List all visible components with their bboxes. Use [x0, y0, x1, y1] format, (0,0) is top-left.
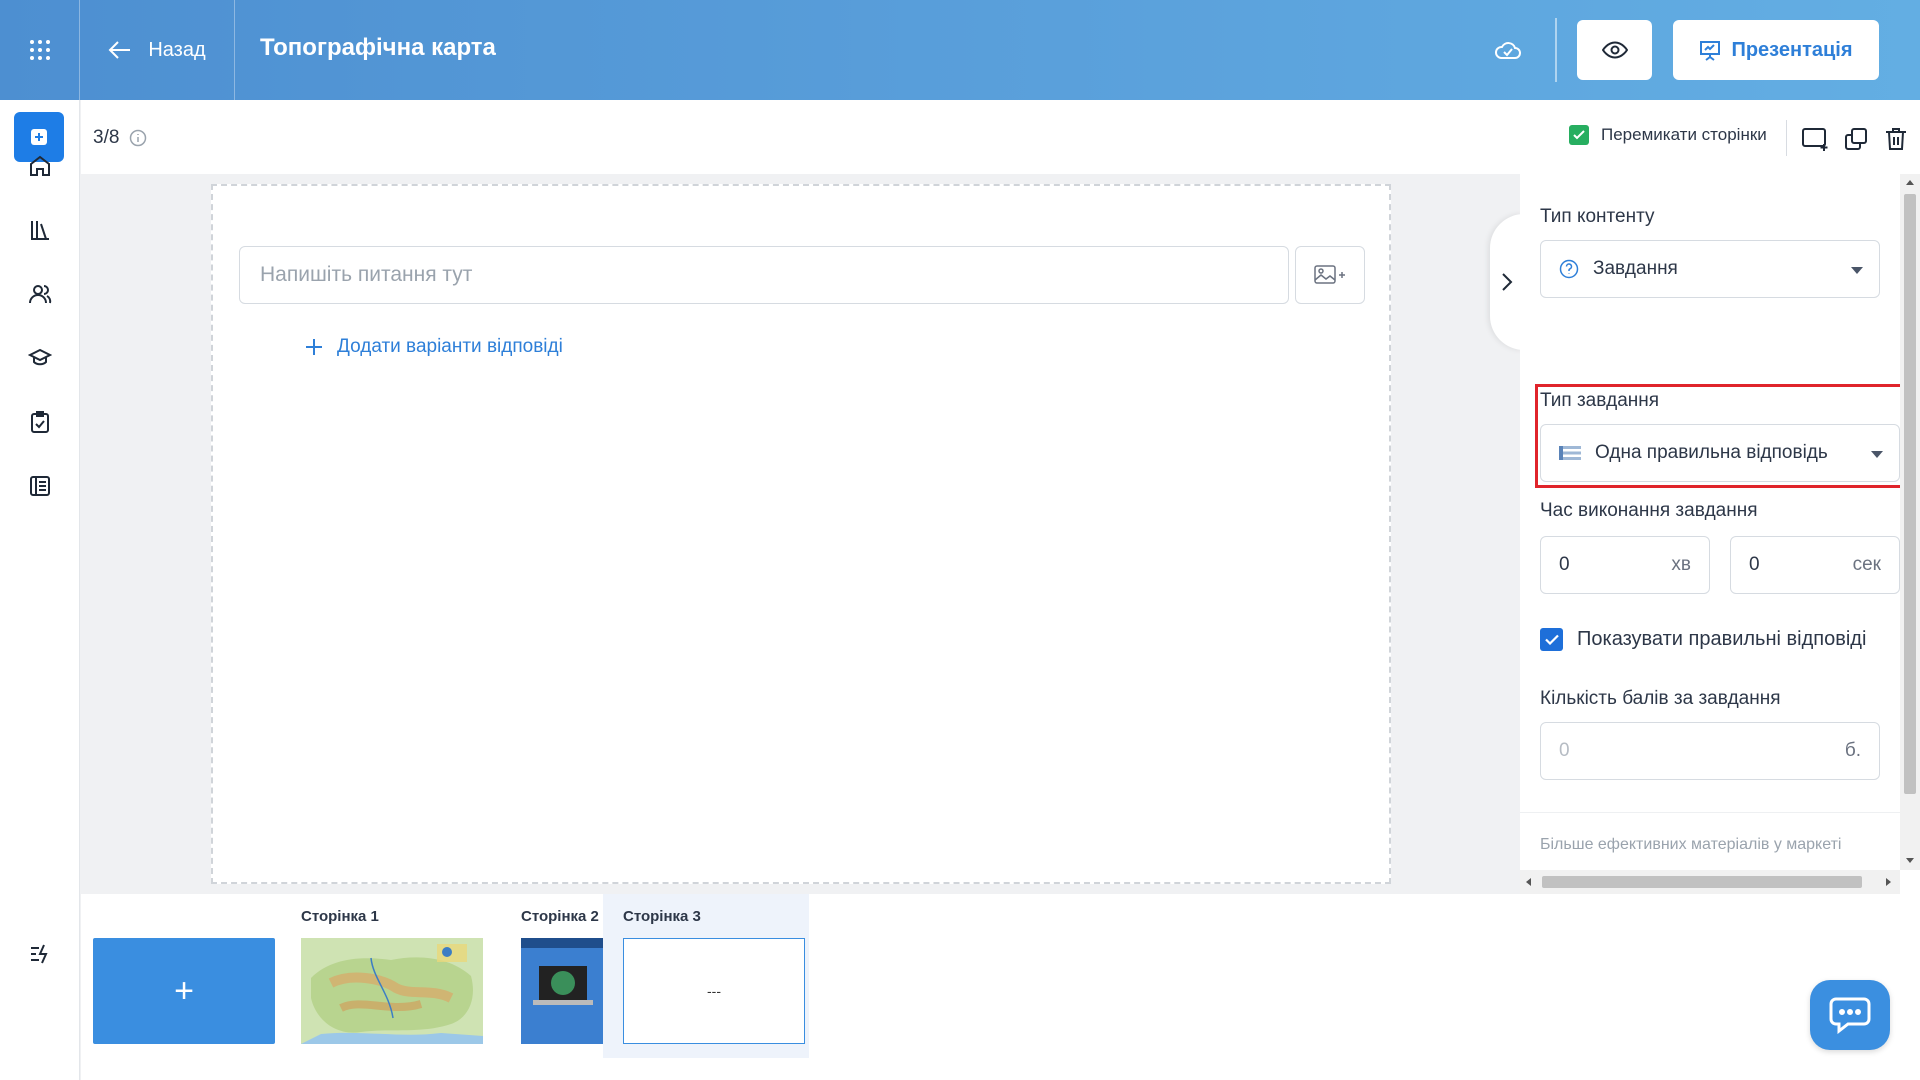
editor-canvas-area: Додати варіанти відповіді: [81, 174, 1520, 894]
question-circle-icon: [1559, 259, 1579, 279]
minutes-value: 0: [1559, 554, 1570, 575]
home-icon: [30, 155, 50, 176]
chevron-right-icon: [1502, 273, 1513, 291]
panel-divider: [1520, 812, 1900, 813]
minutes-unit: хв: [1671, 554, 1691, 575]
points-input[interactable]: 0 б.: [1540, 722, 1880, 780]
library-icon: [31, 221, 49, 240]
journal-icon: [30, 476, 50, 496]
page-counter: 3/8: [93, 127, 147, 149]
plus-icon: [306, 339, 322, 355]
presentation-button[interactable]: Презентація: [1673, 20, 1879, 80]
horizontal-scrollbar[interactable]: [1520, 870, 1900, 894]
switch-pages-toggle[interactable]: Перемикати сторінки: [1569, 125, 1767, 145]
horizontal-scroll-thumb[interactable]: [1542, 876, 1862, 888]
preview-button[interactable]: [1577, 20, 1652, 80]
sidebar-item-tasks[interactable]: [20, 402, 60, 442]
sidebar-item-users[interactable]: [20, 274, 60, 314]
eye-icon: [1601, 41, 1628, 59]
page-thumbnail-1[interactable]: Сторінка 1: [281, 894, 487, 1058]
page-canvas[interactable]: Додати варіанти відповіді: [211, 184, 1391, 884]
add-page-button[interactable]: +: [93, 938, 275, 1044]
task-type-label: Тип завдання: [1540, 390, 1660, 411]
task-type-value: Одна правильна відповідь: [1595, 442, 1828, 463]
points-placeholder: 0: [1559, 740, 1570, 761]
activity-icon: [31, 944, 48, 964]
presentation-label: Презентація: [1731, 38, 1853, 61]
document-title[interactable]: Топографічна карта: [260, 34, 496, 62]
scroll-right-icon[interactable]: [1886, 878, 1891, 886]
page-thumbnail-3[interactable]: Сторінка 3 ---: [603, 894, 809, 1058]
sidebar-item-journal[interactable]: [20, 466, 60, 506]
points-unit: б.: [1844, 740, 1861, 761]
chat-support-button[interactable]: [1810, 980, 1890, 1050]
add-answers-label: Додати варіанти відповіді: [337, 336, 563, 357]
sidebar-item-feed[interactable]: [20, 934, 60, 974]
content-type-label: Тип контенту: [1540, 206, 1655, 227]
top-divider: [1555, 18, 1557, 82]
back-label: Назад: [148, 38, 206, 61]
image-add-icon: [1314, 265, 1345, 284]
vertical-scroll-thumb[interactable]: [1904, 194, 1916, 794]
toolbar-divider: [1786, 120, 1787, 156]
seconds-unit: сек: [1852, 554, 1881, 575]
arrow-left-icon: [108, 41, 131, 59]
clipboard-check-icon: [31, 411, 49, 433]
task-type-select[interactable]: Одна правильна відповідь: [1540, 424, 1900, 482]
scroll-left-icon[interactable]: [1526, 878, 1531, 886]
list-icon: [1559, 446, 1581, 460]
switch-pages-label: Перемикати сторінки: [1601, 125, 1767, 144]
minutes-input[interactable]: 0 хв: [1540, 536, 1710, 594]
page-thumbnail-label: Сторінка 3: [623, 908, 701, 925]
blank-page-preview: ---: [623, 938, 805, 1044]
add-answers-button[interactable]: Додати варіанти відповіді: [305, 336, 563, 358]
chevron-down-icon: [1851, 267, 1863, 274]
add-image-button[interactable]: [1295, 246, 1365, 304]
time-label: Час виконання завдання: [1540, 500, 1758, 521]
users-icon: [29, 285, 52, 304]
question-input[interactable]: [239, 246, 1289, 304]
checkbox-checked-icon[interactable]: [1540, 628, 1563, 651]
chat-bubble-icon: [1829, 997, 1871, 1034]
panel-collapse-toggle[interactable]: [1490, 214, 1524, 350]
back-button[interactable]: Назад: [80, 0, 235, 100]
seconds-value: 0: [1749, 554, 1760, 575]
checkbox-checked-icon[interactable]: [1569, 125, 1589, 145]
trash-icon[interactable]: [1881, 124, 1911, 154]
pages-strip: + Сторінка 1 Сторінка 2 Сторінка 3 ---: [81, 894, 1920, 1080]
info-icon[interactable]: [129, 129, 147, 147]
left-sidebar: [0, 100, 80, 1080]
content-type-value: Завдання: [1593, 258, 1678, 279]
content-type-select[interactable]: Завдання: [1540, 240, 1880, 298]
page-toolbar: 3/8 Перемикати сторінки: [81, 100, 1920, 174]
cloud-check-icon[interactable]: [1490, 32, 1526, 68]
seconds-input[interactable]: 0 сек: [1730, 536, 1900, 594]
points-label: Кількість балів за завдання: [1540, 688, 1781, 709]
page-counter-text: 3/8: [93, 127, 120, 148]
top-bar: Назад Топографічна карта Презентація: [0, 0, 1920, 100]
chevron-down-icon: [1871, 451, 1883, 458]
graduation-cap-icon: [28, 348, 52, 366]
show-answers-label: Показувати правильні відповіді: [1577, 628, 1867, 650]
page-thumbnail-label: Сторінка 2: [521, 908, 599, 925]
plus-square-icon: [31, 129, 47, 145]
scroll-down-icon[interactable]: [1906, 858, 1914, 863]
map-thumbnail-image: [301, 938, 483, 1044]
show-answers-checkbox[interactable]: Показувати правильні відповіді: [1540, 628, 1866, 651]
vertical-scrollbar[interactable]: [1900, 174, 1920, 870]
page-thumbnail-label: Сторінка 1: [301, 908, 379, 925]
sidebar-item-courses[interactable]: [20, 338, 60, 378]
market-link[interactable]: Більше ефективних матеріалів у маркеті: [1540, 836, 1841, 854]
sidebar-item-library[interactable]: [20, 210, 60, 250]
duplicate-page-icon[interactable]: [1841, 124, 1871, 154]
scroll-up-icon[interactable]: [1906, 180, 1914, 185]
sidebar-item-home[interactable]: [20, 146, 60, 186]
settings-panel: Тип контенту Завдання Тип завдання Одна …: [1520, 174, 1920, 894]
presentation-icon: [1700, 41, 1721, 61]
apps-grid-icon[interactable]: [0, 0, 80, 100]
add-page-icon[interactable]: [1801, 124, 1831, 154]
